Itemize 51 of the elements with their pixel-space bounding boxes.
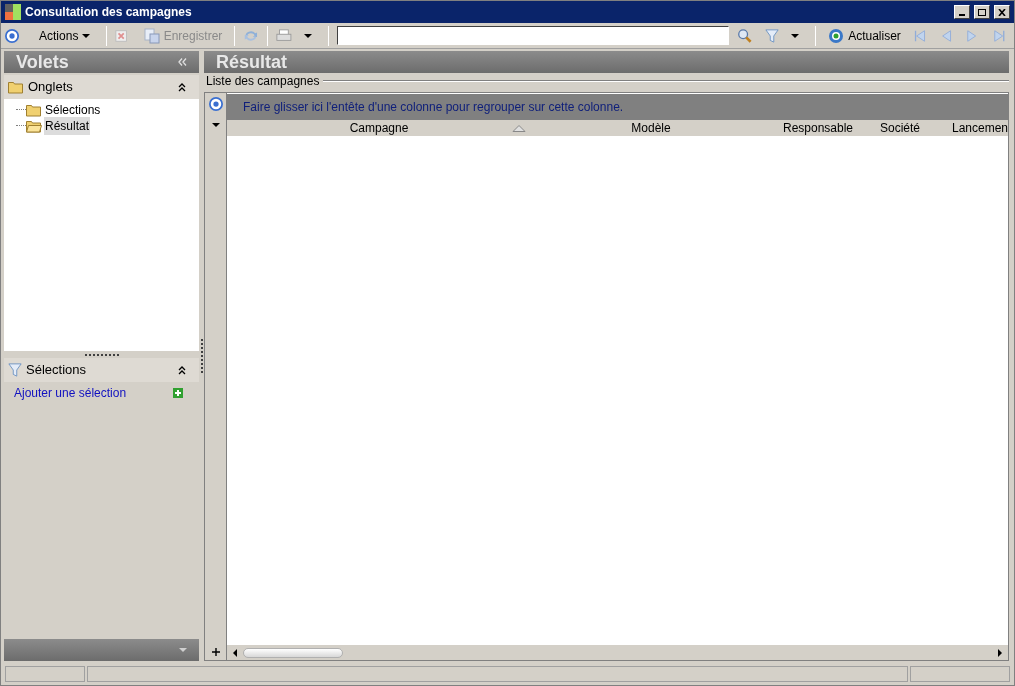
actions-menu[interactable]: Actions [31,26,99,45]
target-icon[interactable] [5,27,20,44]
section-title: Onglets [28,78,74,97]
section-header[interactable]: Onglets [4,75,199,99]
refresh-icon [828,27,845,44]
search-icon[interactable] [737,26,754,45]
minimize-button[interactable] [954,5,970,19]
refresh-button[interactable]: Actualiser [824,26,905,45]
collapse-icon[interactable] [178,58,187,66]
search-field[interactable] [336,26,730,45]
column-header[interactable]: Responsable [771,120,865,136]
column-header[interactable]: Campagne [227,120,531,136]
printer-icon[interactable] [276,27,292,44]
column-header[interactable]: Société [865,120,935,136]
expand-icon[interactable] [211,648,220,656]
filter-icon[interactable] [765,27,780,44]
section-title: Sélections [26,361,87,380]
folder-icon [26,103,42,117]
add-selection-link[interactable]: Ajouter une sélection [14,384,173,402]
delete-icon[interactable] [115,28,128,43]
tree-item[interactable]: Résultat [44,117,91,135]
caret-icon [82,33,91,38]
maximize-button[interactable] [974,5,990,19]
group-label: Liste des campagnes [206,73,321,90]
scroll-thumb[interactable] [243,647,343,658]
column-header[interactable]: Modèle [531,120,771,136]
maximize-icon [978,8,986,16]
section-header[interactable]: Sélections [4,358,199,382]
add-icon[interactable] [173,388,183,398]
panel-title: Résultat [216,50,287,74]
collapse-icon [177,82,187,92]
column-header[interactable]: Lancemen [935,120,1008,136]
caret-icon[interactable] [211,123,220,127]
panel-title: Volets [16,50,70,74]
app-icon [5,4,21,20]
close-button[interactable] [994,5,1010,19]
group-hint: Faire glisser ici l'entête d'une colonne pour regrouper sur cette colonne. [243,99,624,116]
folder-icon [8,80,24,94]
filter-icon [8,363,22,377]
window-title: Consultation des campagnes [25,4,193,21]
save-icon [143,27,160,44]
target-icon[interactable] [208,97,223,111]
horizontal-scrollbar[interactable] [227,645,1008,660]
caret-icon[interactable] [303,33,312,38]
close-icon [998,8,1006,16]
scroll-left-icon[interactable] [233,648,237,657]
collapse-icon [177,365,187,375]
tree-item[interactable]: Sélections [44,101,102,119]
scroll-right-icon[interactable] [998,648,1002,657]
open-folder-icon [26,119,42,133]
caret-icon[interactable] [791,33,800,38]
